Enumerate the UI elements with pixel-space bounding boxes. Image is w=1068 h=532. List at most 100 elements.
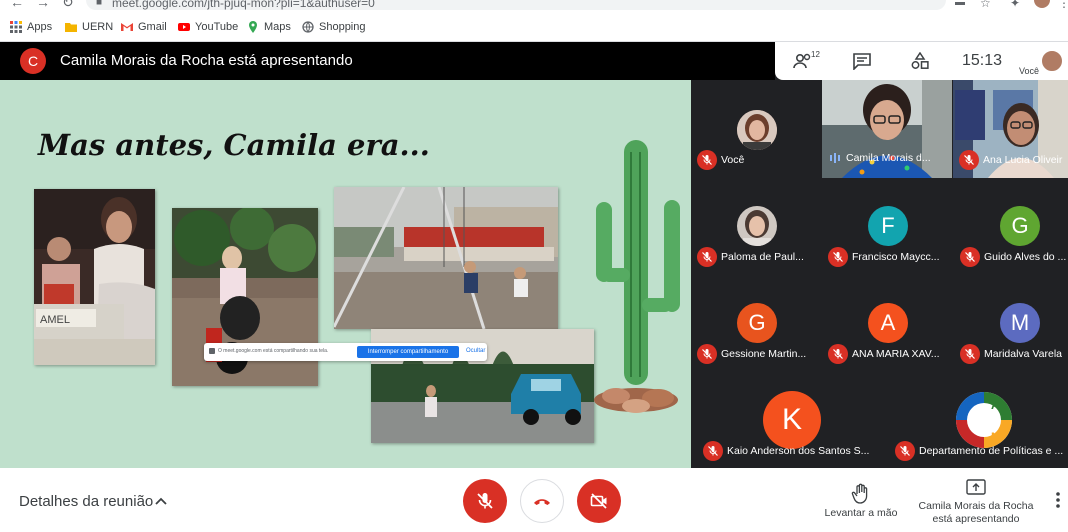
francisco-avatar: F: [868, 206, 908, 246]
maps-pin-icon: [249, 21, 257, 33]
bookmark-apps[interactable]: Apps: [10, 19, 52, 35]
participant-name: Guido Alves do ...: [984, 251, 1067, 263]
bookmark-label: Gmail: [138, 21, 167, 33]
speaking-indicator-icon: [830, 153, 840, 163]
presenter-avatar: C: [20, 48, 46, 74]
participant-tile-francisco[interactable]: Francisco Maycc...: [828, 247, 940, 267]
extensions-icon[interactable]: ✦: [1010, 0, 1020, 10]
mic-off-icon: [895, 441, 915, 461]
profile-avatar[interactable]: [1034, 0, 1050, 8]
participant-name: Maridalva Varela: [984, 348, 1063, 360]
participant-name: Camila Morais d...: [846, 152, 931, 164]
stop-sharing-button[interactable]: Interromper compartilhamento: [357, 346, 459, 358]
participant-tile-camila[interactable]: Camila Morais d...: [830, 152, 931, 164]
mic-off-icon: [697, 150, 717, 170]
bookmark-maps[interactable]: Maps: [247, 19, 291, 35]
url-text[interactable]: meet.google.com/jth-pjuq-mon?pli=1&authu…: [112, 0, 375, 10]
bookmark-label: YouTube: [195, 21, 239, 33]
bookmark-youtube[interactable]: YouTube: [178, 19, 238, 35]
mic-off-icon: [477, 493, 493, 509]
participant-tile-kaio[interactable]: Kaio Anderson dos Santos S...: [703, 441, 869, 461]
meeting-details-button[interactable]: Detalhes da reunião: [19, 493, 153, 510]
participant-tile-maridalva[interactable]: Maridalva Varela: [960, 344, 1062, 364]
meet-window: ← → ↻ ■ meet.google.com/jth-pjuq-mon?pli…: [0, 0, 1068, 532]
childhood-photo-playground: [334, 187, 558, 329]
maridalva-avatar: M: [1000, 303, 1040, 343]
browser-chrome: ← → ↻ ■ meet.google.com/jth-pjuq-mon?pli…: [0, 0, 1068, 42]
address-row: ← → ↻ ■ meet.google.com/jth-pjuq-mon?pli…: [0, 0, 1068, 12]
back-arrow-icon[interactable]: ←: [10, 0, 24, 10]
participant-tile-departamento[interactable]: Departamento de Políticas e ...: [895, 441, 1063, 461]
participant-name: Francisco Maycc...: [852, 251, 940, 263]
participant-name: Gessione Martin...: [721, 348, 807, 360]
share-banner-text: O meet.google.com está compartilhando su…: [218, 348, 329, 354]
chat-icon[interactable]: [852, 52, 872, 70]
camera-toggle-button[interactable]: [577, 479, 621, 523]
raise-hand-label: Levantar a mão: [824, 507, 898, 519]
participant-grid: Você Camila Morais d... Ana Lucia Olivei…: [691, 80, 1068, 468]
share-indicator-icon: [209, 348, 215, 354]
hide-banner-link[interactable]: Ocultar: [466, 348, 485, 354]
raise-hand-icon[interactable]: [851, 483, 871, 505]
self-label: Você: [1019, 66, 1040, 76]
mic-toggle-button[interactable]: [463, 479, 507, 523]
reload-icon[interactable]: ↻: [62, 0, 74, 11]
ana-maria-avatar: A: [868, 303, 908, 343]
bookmark-label: UERN: [82, 21, 114, 33]
camera-off-icon: [590, 493, 607, 509]
cactus-illustration: [594, 140, 680, 413]
gmail-icon: [121, 23, 133, 31]
more-options-icon[interactable]: [1054, 490, 1062, 510]
globe-icon: [302, 21, 314, 33]
mic-off-icon: [697, 247, 717, 267]
present-screen-icon[interactable]: [966, 479, 986, 495]
leave-call-button[interactable]: [520, 479, 564, 523]
bookmark-gmail[interactable]: Gmail: [121, 19, 167, 35]
forward-arrow-icon[interactable]: →: [36, 0, 50, 10]
presenting-status[interactable]: Camila Morais da Rocha está apresentando: [912, 500, 1040, 526]
childhood-photo-mother: AMEL: [34, 189, 155, 365]
presenting-line-2: está apresentando: [932, 513, 1020, 525]
self-tile-photo: [737, 110, 777, 150]
participant-tile-self[interactable]: Você: [697, 150, 744, 170]
screen-share-banner: O meet.google.com está compartilhando su…: [204, 343, 487, 361]
presenter-text: Camila Morais da Rocha está apresentando: [60, 52, 353, 69]
self-avatar[interactable]: [1040, 49, 1064, 73]
mic-off-icon: [703, 441, 723, 461]
mic-off-icon: [960, 247, 980, 267]
star-icon[interactable]: ☆: [980, 0, 991, 10]
participant-name: Paloma de Paul...: [721, 251, 804, 263]
hang-up-icon: [534, 499, 550, 505]
cast-icon[interactable]: ▬: [955, 0, 965, 8]
bookmark-shopping[interactable]: Shopping: [302, 19, 366, 35]
people-icon[interactable]: [793, 52, 813, 70]
bookmark-uern[interactable]: UERN: [65, 19, 113, 35]
apps-grid-icon: [10, 21, 22, 33]
bookmark-label: Shopping: [319, 21, 366, 33]
presentation-slide: Mas antes, Camila era... AMEL: [0, 80, 691, 468]
participant-tile-gessione[interactable]: Gessione Martin...: [697, 344, 806, 364]
participant-tile-ana-maria[interactable]: ANA MARIA XAV...: [828, 344, 940, 364]
participant-name: Você: [721, 154, 745, 166]
participant-tile-paloma[interactable]: Paloma de Paul...: [697, 247, 804, 267]
svg-text:A: A: [991, 398, 1000, 412]
chevron-up-icon[interactable]: [154, 494, 168, 508]
svg-text:D: D: [965, 398, 974, 412]
participant-name: ANA MARIA XAV...: [852, 348, 940, 360]
mic-off-icon: [960, 344, 980, 364]
bookmark-label: Maps: [264, 21, 291, 33]
participant-tile-ana-lucia[interactable]: Ana Lucia Oliveir: [959, 150, 1062, 170]
svg-text:AMEL: AMEL: [40, 314, 70, 326]
bookmark-label: Apps: [27, 21, 53, 33]
mic-off-icon: [697, 344, 717, 364]
gessione-avatar: G: [737, 303, 777, 343]
participant-name: Kaio Anderson dos Santos S...: [727, 445, 870, 457]
paloma-avatar-photo: [737, 206, 777, 246]
mic-off-icon: [959, 150, 979, 170]
menu-dots-icon[interactable]: ⋮: [1058, 0, 1068, 10]
people-count-badge: 12: [811, 50, 820, 59]
participant-name: Departamento de Políticas e ...: [919, 445, 1064, 457]
activities-icon[interactable]: [910, 52, 930, 70]
participant-tile-guido[interactable]: Guido Alves do ...: [960, 247, 1066, 267]
slide-title: Mas antes, Camila era...: [38, 128, 430, 162]
